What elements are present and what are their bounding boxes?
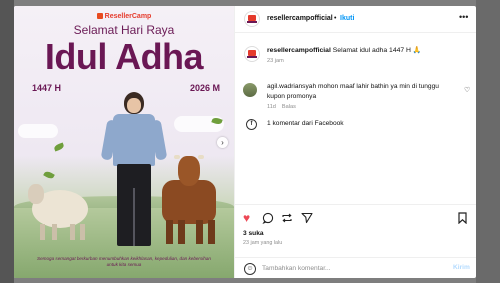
brand-logo: ResellerCamp [14,13,234,20]
post-side-panel: resellercampofficial • Ikuti ••• reselle… [234,6,476,278]
more-icon[interactable]: ••• [459,12,468,22]
comment-timestamp: 11d [267,104,276,110]
post-comment-button[interactable]: Kirim [453,264,470,271]
share-icon[interactable] [301,212,313,226]
comment-icon[interactable] [262,212,274,226]
brand-name: ResellerCamp [104,13,152,20]
poster-year-masehi: 2026 M [189,83,220,93]
background-right-edge [476,0,500,283]
commenter-avatar[interactable] [243,83,257,97]
post-image: ResellerCamp Selamat Hari Raya Idul Adha… [14,6,234,278]
cow-illustration [154,155,224,246]
comment-meta: 11d Balas [267,104,302,110]
caption-username[interactable]: resellercampofficial [267,47,331,54]
comment-text: agil.wadriansyah mohon maaf lahir bathin… [267,83,439,100]
caption-timestamp: 23 jam [267,58,284,64]
caption-body: Selamat idul adha 1447 H 🙏 [332,47,422,54]
repost-icon[interactable] [281,212,293,226]
leaf [53,142,65,152]
comment-composer: ☺ Kirim [235,257,476,278]
post-timestamp: 23 jam yang lalu [243,240,283,246]
chevron-right-icon[interactable]: › [217,137,228,148]
sheep-illustration [28,182,90,240]
poster-year-hijri: 1447 H [32,83,62,93]
follow-button[interactable]: Ikuti [340,15,354,22]
likes-count[interactable]: 3 suka [243,230,264,237]
comment-like-icon[interactable]: ♡ [464,86,470,94]
brand-mark-icon [96,13,103,19]
header-separator: • [334,15,337,22]
facebook-icon: f [246,119,257,130]
post-modal: ResellerCamp Selamat Hari Raya Idul Adha… [14,6,476,278]
poster-caption: Semoga semangat berkurban menumbuhkan ke… [37,256,211,267]
background-left-edge [0,0,14,283]
reply-button[interactable]: Balas [282,104,296,110]
cloud [18,124,58,138]
leaf [43,169,55,181]
poster-headline: Idul Adha [44,36,204,77]
post-header: resellercampofficial • Ikuti ••• [235,6,476,33]
facebook-comments-text: 1 komentar dari Facebook [267,120,344,127]
avatar[interactable] [244,46,260,62]
caption-text: resellercampofficial Selamat idul adha 1… [267,46,467,54]
emoji-icon[interactable]: ☺ [244,263,256,275]
heart-icon[interactable]: ♥ [243,212,250,224]
poster-greeting: Selamat Hari Raya [73,23,175,37]
comment-input[interactable] [262,262,432,274]
avatar[interactable] [244,11,260,27]
action-bar: ♥ [235,204,476,229]
header-username[interactable]: resellercampofficial [267,15,333,22]
bookmark-icon[interactable] [457,212,468,226]
